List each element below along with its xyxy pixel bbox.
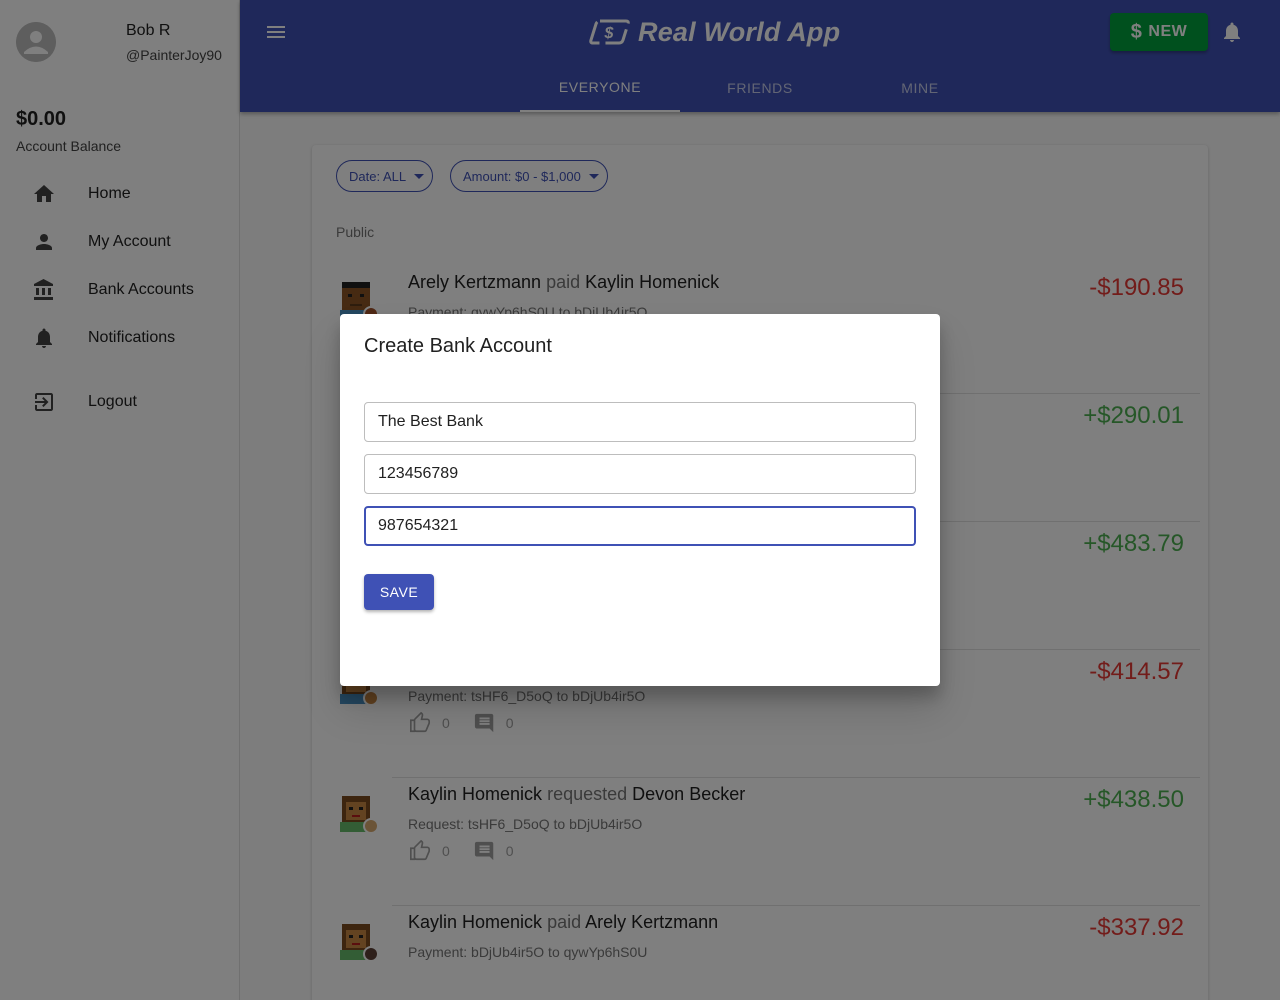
account-number-input[interactable] <box>364 506 916 546</box>
dialog-title: Create Bank Account <box>364 335 552 357</box>
routing-number-input[interactable] <box>364 454 916 494</box>
bank-name-input[interactable] <box>364 402 916 442</box>
save-button[interactable]: SAVE <box>364 574 434 610</box>
create-bank-account-dialog: Create Bank Account SAVE <box>340 314 940 686</box>
